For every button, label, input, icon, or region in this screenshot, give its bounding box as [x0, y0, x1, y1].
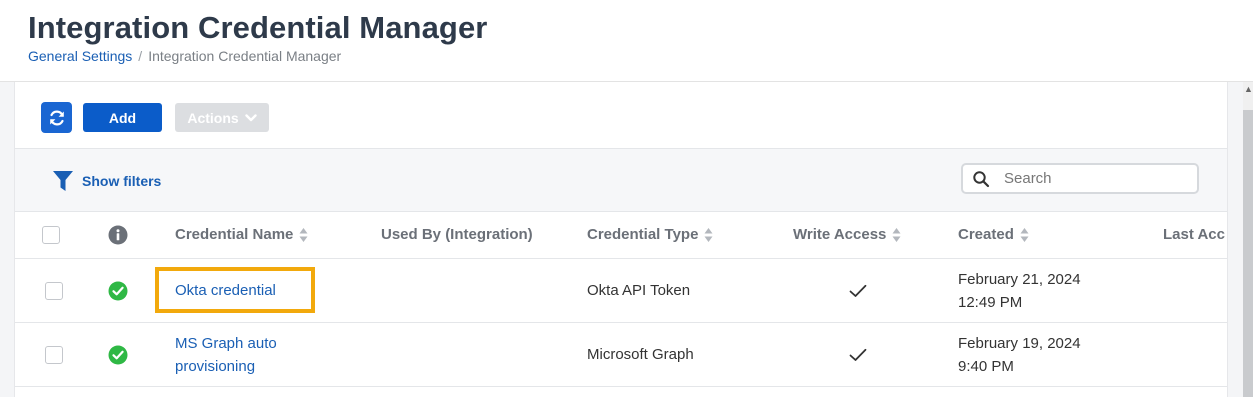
sort-icon	[1020, 227, 1029, 243]
refresh-button[interactable]	[41, 102, 72, 133]
show-filters-label: Show filters	[82, 173, 162, 189]
credential-name-link[interactable]: MS Graph auto	[175, 332, 277, 355]
page-title: Integration Credential Manager	[28, 10, 488, 45]
chevron-down-icon	[244, 113, 257, 121]
success-check-icon	[108, 345, 128, 364]
column-label-credential-type: Credential Type	[587, 226, 699, 243]
column-label-created: Created	[958, 226, 1014, 243]
scroll-up-arrow-icon[interactable]: ▲	[1244, 84, 1253, 94]
toolbar: Add Actions	[15, 82, 1227, 148]
column-label-credential-name: Credential Name	[175, 226, 294, 243]
created-date: February 21, 2024	[958, 270, 1081, 288]
column-header-used-by: Used By (Integration)	[381, 211, 533, 258]
funnel-icon	[53, 171, 73, 191]
column-header-write-access[interactable]: Write Access	[793, 211, 901, 258]
created-time: 12:49 PM	[958, 293, 1023, 311]
row-select-cell	[45, 323, 63, 386]
column-header-credential-name[interactable]: Credential Name	[175, 211, 308, 258]
search-box[interactable]	[961, 163, 1199, 194]
filter-bar: Show filters	[15, 148, 1227, 212]
actions-label: Actions	[187, 109, 239, 126]
credential-name-cell: Okta credential	[175, 259, 276, 322]
sort-icon	[299, 227, 308, 243]
breadcrumb: General Settings / Integration Credential …	[28, 48, 341, 64]
credential-type-value: Microsoft Graph	[587, 346, 694, 363]
show-filters-toggle[interactable]: Show filters	[52, 169, 161, 193]
checkmark-icon	[849, 284, 867, 297]
add-button[interactable]: Add	[83, 103, 162, 132]
info-column-cell	[108, 211, 128, 258]
credential-type-value: Okta API Token	[587, 282, 691, 299]
column-label-write-access: Write Access	[793, 226, 887, 243]
success-check-icon	[108, 281, 128, 300]
credential-name-link-continued[interactable]: provisioning	[175, 355, 277, 378]
created-cell: February 19, 2024 9:40 PM	[958, 323, 1081, 386]
search-icon	[972, 170, 990, 188]
column-header-created[interactable]: Created	[958, 211, 1029, 258]
row-checkbox[interactable]	[45, 345, 63, 364]
column-header-last-accessed[interactable]: Last Acc	[1163, 211, 1225, 258]
credentials-panel: Add Actions Show filters Search Credenti…	[14, 82, 1228, 397]
column-header-credential-type[interactable]: Credential Type	[587, 211, 713, 258]
page-header: Integration Credential Manager General S…	[0, 0, 1253, 82]
row-status-cell	[108, 323, 128, 386]
write-access-cell	[849, 259, 867, 322]
credentials-table: Credential Name Used By (Integration) Cr…	[15, 211, 1227, 387]
column-label-last-accessed: Last Acc	[1163, 226, 1225, 243]
row-select-cell	[45, 259, 63, 322]
row-checkbox[interactable]	[45, 281, 63, 300]
page-scrollbar-thumb[interactable]	[1243, 110, 1253, 397]
table-row: Okta credential Okta API Token February …	[15, 259, 1227, 323]
write-access-cell	[849, 323, 867, 386]
credential-type-cell: Okta API Token	[587, 259, 690, 322]
table-header-row: Credential Name Used By (Integration) Cr…	[15, 211, 1227, 259]
table-row: MS Graph auto provisioning Microsoft Gra…	[15, 323, 1227, 387]
credential-name-cell: MS Graph auto provisioning	[175, 323, 277, 386]
actions-dropdown-button[interactable]: Actions	[175, 103, 269, 132]
sort-icon	[704, 227, 713, 243]
search-input[interactable]	[1002, 169, 1186, 188]
select-all-cell	[42, 211, 60, 258]
sort-icon	[892, 227, 901, 243]
info-icon[interactable]	[108, 225, 128, 245]
refresh-icon	[49, 110, 64, 125]
breadcrumb-general-settings[interactable]: General Settings	[28, 48, 132, 64]
credential-type-cell: Microsoft Graph	[587, 323, 694, 386]
credential-name-link[interactable]: Okta credential	[175, 279, 276, 302]
checkmark-icon	[849, 348, 867, 361]
created-date: February 19, 2024	[958, 334, 1081, 352]
created-time: 9:40 PM	[958, 357, 1014, 375]
column-label-used-by: Used By (Integration)	[381, 226, 533, 243]
breadcrumb-separator: /	[138, 48, 143, 64]
select-all-checkbox[interactable]	[42, 225, 60, 244]
created-cell: February 21, 2024 12:49 PM	[958, 259, 1081, 322]
row-status-cell	[108, 259, 128, 322]
breadcrumb-current: Integration Credential Manager	[148, 48, 342, 64]
